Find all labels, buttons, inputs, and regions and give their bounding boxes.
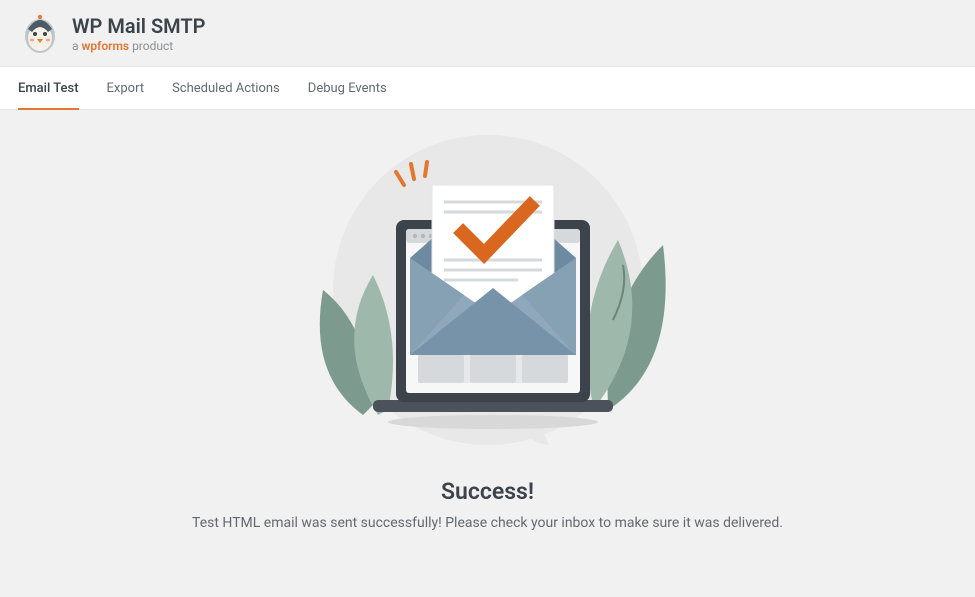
result-panel: Success! Test HTML email was sent succes… — [0, 110, 975, 531]
success-illustration — [278, 130, 698, 460]
page-header: WP Mail SMTP a wpforms product — [0, 0, 975, 66]
tab-scheduled-actions[interactable]: Scheduled Actions — [172, 67, 280, 110]
tab-bar: Email Test Export Scheduled Actions Debu… — [0, 66, 975, 110]
success-title: Success! — [0, 478, 975, 505]
wp-mail-smtp-logo-icon — [20, 14, 60, 54]
success-message: Test HTML email was sent successfully! P… — [0, 515, 975, 531]
brand-subtitle: a wpforms product — [72, 39, 206, 53]
tab-export[interactable]: Export — [107, 67, 145, 110]
brand-title: WP Mail SMTP — [72, 15, 206, 37]
logo: WP Mail SMTP a wpforms product — [20, 14, 206, 54]
tab-email-test[interactable]: Email Test — [18, 67, 79, 110]
tab-debug-events[interactable]: Debug Events — [308, 67, 387, 110]
